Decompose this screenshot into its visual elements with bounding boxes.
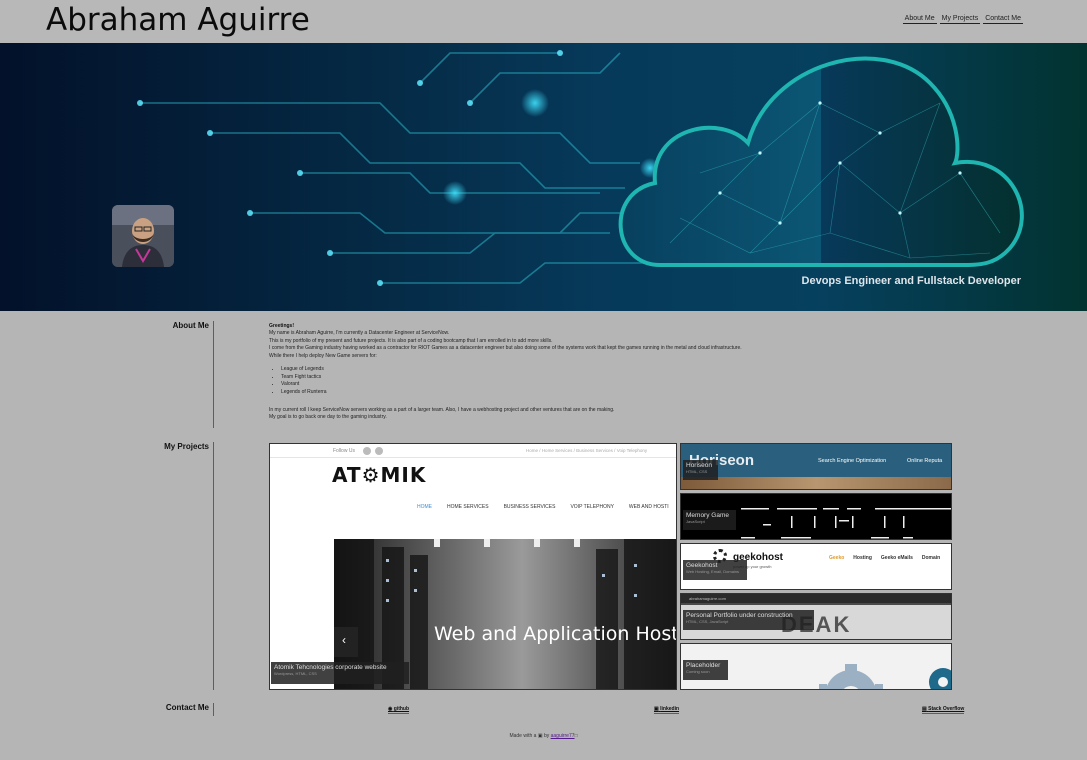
circuit-cloud-art: [137, 50, 1024, 286]
project-subtitle: JavaScript: [686, 519, 705, 524]
horiseon-link: Search Engine Optimization: [818, 458, 887, 464]
geekohost-link: Geeko eMails: [880, 555, 913, 561]
atomik-menu-item: WEB AND HOSTI: [628, 504, 669, 510]
github-link[interactable]: ◉ github: [388, 706, 410, 714]
nav-my-projects[interactable]: My Projects: [939, 15, 981, 24]
portfolio-browser-bar: abrahamaguirre.com: [681, 594, 951, 603]
top-nav: About Me My Projects Contact Me: [902, 15, 1023, 24]
horiseon-link: Online Reputa: [907, 458, 943, 464]
about-me-text: Greetings! My name is Abraham Aguirre, I…: [269, 323, 829, 422]
about-line: My goal is to go back one day to the gam…: [269, 414, 387, 421]
project-subtitle: Coming soon: [686, 669, 710, 674]
project-card-placeholder[interactable]: Placeholder Coming soon: [680, 643, 952, 690]
atomik-menu-item: HOME SERVICES: [447, 504, 489, 510]
project-title: Geekohost: [686, 562, 718, 569]
follow-label: Follow Us: [333, 448, 355, 454]
stackoverflow-link[interactable]: ▤ Stack Overflow: [922, 706, 965, 714]
geekohost-link: Geeko: [829, 555, 845, 561]
project-caption: Memory Game JavaScript: [683, 510, 736, 530]
project-card-portfolio[interactable]: abrahamaguirre.com DEAK Personal Portfol…: [680, 593, 952, 640]
atomik-menu-item: BUSINESS SERVICES: [503, 504, 556, 510]
project-title: Personal Portfolio under construction: [686, 612, 793, 619]
footer-made-with: Made with a: [509, 733, 537, 739]
about-divider: [213, 321, 214, 428]
laptop-icon: ▣: [537, 733, 543, 739]
about-line: I come from the Gaming industry having w…: [269, 345, 742, 352]
hero-banner: Devops Engineer and Fullstack Developer: [0, 43, 1087, 311]
stackoverflow-label: Stack Overflow: [928, 706, 965, 712]
games-list: League of Legends Team Fight tactics Val…: [281, 366, 829, 396]
project-title: Atomik Tehcnologies corporate website: [274, 664, 387, 671]
projects-divider: [213, 442, 214, 690]
facebook-icon: [363, 447, 371, 455]
project-card-horiseon[interactable]: Horiseon Search Engine Optimization Onli…: [680, 443, 952, 490]
stackoverflow-icon: ▤: [922, 706, 927, 712]
about-greeting: Greetings!: [269, 323, 295, 329]
hero-tagline: Devops Engineer and Fullstack Developer: [801, 275, 1021, 287]
external-link-icon: □: [574, 733, 578, 739]
project-caption: Atomik Tehcnologies corporate website Wo…: [271, 662, 409, 684]
atomik-breadcrumb: Home / Home Services / Business Services…: [526, 448, 648, 453]
atomik-topbar: Follow Us Home / Home Services / Busines…: [270, 444, 676, 458]
atomik-menu-item: VOIP TELEPHONY: [570, 504, 614, 510]
github-label: github: [393, 706, 410, 712]
project-caption: Geekohost Web Hosting, Email, Domains: [683, 560, 747, 580]
about-line: While there I help deploy New Game serve…: [269, 352, 377, 359]
atomik-logo: AT⚙MIK: [332, 463, 427, 487]
github-icon: ◉: [388, 706, 393, 712]
horiseon-header: Horiseon Search Engine Optimization Onli…: [681, 444, 951, 477]
geekohost-link: Domain: [921, 555, 941, 561]
author-link[interactable]: aaguirre77: [551, 733, 575, 739]
contact-divider: [213, 703, 214, 716]
project-card-atomik[interactable]: Follow Us Home / Home Services / Busines…: [269, 443, 677, 690]
contact-me-heading: Contact Me: [165, 703, 209, 712]
project-subtitle: HTML, CSS, JavaScript: [686, 619, 729, 624]
portfolio-url: abrahamaguirre.com: [689, 596, 726, 601]
atomik-menu-item: HOME: [417, 504, 432, 510]
project-title: Memory Game: [686, 512, 729, 519]
footer-by: by: [543, 733, 550, 739]
nav-contact-me[interactable]: Contact Me: [983, 15, 1023, 24]
project-card-memory-game[interactable]: Memory Game JavaScript: [680, 493, 952, 540]
about-line: My name is Abraham Aguirre, I'm currentl…: [269, 330, 450, 337]
profile-avatar: [112, 205, 174, 267]
project-caption: Placeholder Coming soon: [683, 660, 728, 680]
project-subtitle: Wordpress, HTML, CSS: [274, 671, 317, 676]
project-title: Placeholder: [686, 662, 721, 669]
project-subtitle: Web Hosting, Email, Domains: [686, 569, 740, 574]
list-item: Valorant: [281, 381, 829, 389]
about-line: This is my portfolio of my present and f…: [269, 337, 553, 344]
my-projects-heading: My Projects: [164, 442, 209, 451]
site-footer: Made with a ▣ by aaguirre77□: [0, 733, 1087, 739]
list-item: League of Legends: [281, 366, 829, 374]
about-me-heading: About Me: [172, 321, 209, 330]
about-line: In my current roll I keep ServiceNow ser…: [269, 407, 615, 414]
horiseon-hero: [681, 477, 951, 489]
project-title: Horiseon: [686, 462, 713, 469]
list-item: Legends of Runterra: [281, 389, 829, 397]
project-card-geekohost[interactable]: geekohost power up your growth Geeko Hos…: [680, 543, 952, 590]
project-caption: Personal Portfolio under construction HT…: [683, 610, 814, 630]
nav-about-me[interactable]: About Me: [902, 15, 937, 24]
site-header: Abraham Aguirre About Me My Projects Con…: [0, 0, 1087, 43]
project-caption: Horiseon HTML, CSS: [683, 460, 718, 480]
carousel-prev-arrow[interactable]: ‹: [342, 633, 346, 647]
atomik-banner-text: Web and Application Hosti: [434, 623, 676, 645]
geekohost-link: Hosting: [853, 555, 872, 561]
site-title: Abraham Aguirre: [46, 2, 310, 38]
portfolio-divider: [681, 603, 951, 605]
linkedin-icon: ▣: [654, 706, 659, 712]
list-item: Team Fight tactics: [281, 374, 829, 382]
linkedin-link[interactable]: ▣ linkedin: [654, 706, 680, 714]
twitter-icon: [375, 447, 383, 455]
linkedin-label: linkedin: [660, 706, 680, 712]
project-subtitle: HTML, CSS: [686, 469, 708, 474]
geekohost-menu: Geeko Hosting Geeko eMails Domain: [829, 555, 940, 561]
atomik-menu: HOME HOME SERVICES BUSINESS SERVICES VOI…: [417, 504, 669, 510]
